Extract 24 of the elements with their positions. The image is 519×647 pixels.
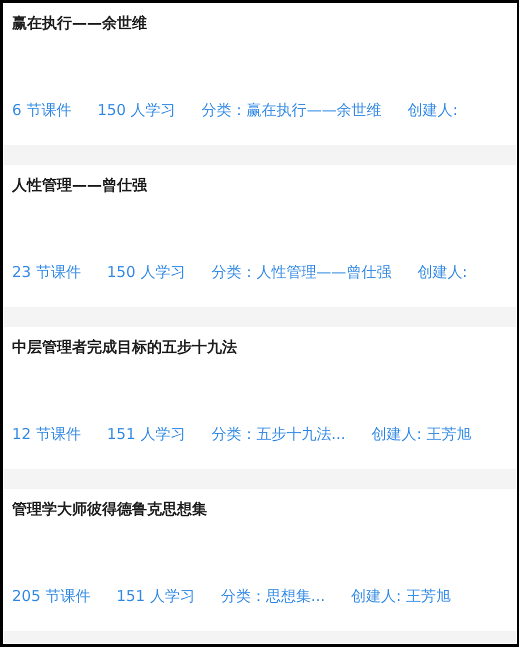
course-title: 人性管理——曾仕强 — [12, 175, 148, 195]
course-category: 分类：思想集... — [220, 586, 326, 606]
learner-count: 150 人学习 — [97, 100, 176, 120]
course-creator: 创建人: 王芳旭 — [372, 424, 472, 444]
course-category: 分类：人性管理——曾仕强 — [211, 262, 392, 282]
course-title: 管理学大师彼得德鲁克思想集 — [12, 499, 208, 519]
lesson-count: 23 节课件 — [12, 262, 81, 282]
learner-count: 151 人学习 — [106, 424, 186, 444]
course-card[interactable]: 中层管理者完成目标的五步十九法 12 节课件 151 人学习 分类：五步十九法... 创建人: 王芳旭 — [3, 327, 517, 469]
course-category: 分类：赢在执行——余世维 — [202, 100, 382, 120]
lesson-count: 12 节课件 — [12, 424, 81, 444]
course-card[interactable]: 赢在执行——余世维 6 节课件 150 人学习 分类：赢在执行——余世维 创建人: — [3, 3, 517, 145]
course-card[interactable]: 管理学大师彼得德鲁克思想集 205 节课件 151 人学习 分类：思想集... 创建人: 王芳旭 — [3, 489, 517, 631]
lesson-count: 205 节课件 — [12, 586, 90, 606]
course-title: 赢在执行——余世维 — [12, 13, 148, 33]
course-category: 分类：五步十九法... — [211, 424, 346, 444]
course-creator: 创建人: 王芳旭 — [351, 586, 451, 606]
course-card[interactable]: 人性管理——曾仕强 23 节课件 150 人学习 分类：人性管理——曾仕强 创建人: — [3, 165, 517, 307]
lesson-count: 6 节课件 — [12, 100, 72, 120]
course-title: 中层管理者完成目标的五步十九法 — [12, 337, 238, 357]
learner-count: 151 人学习 — [116, 586, 195, 606]
course-creator: 创建人: — [417, 262, 468, 282]
learner-count: 150 人学习 — [106, 262, 186, 282]
course-creator: 创建人: — [408, 100, 458, 120]
